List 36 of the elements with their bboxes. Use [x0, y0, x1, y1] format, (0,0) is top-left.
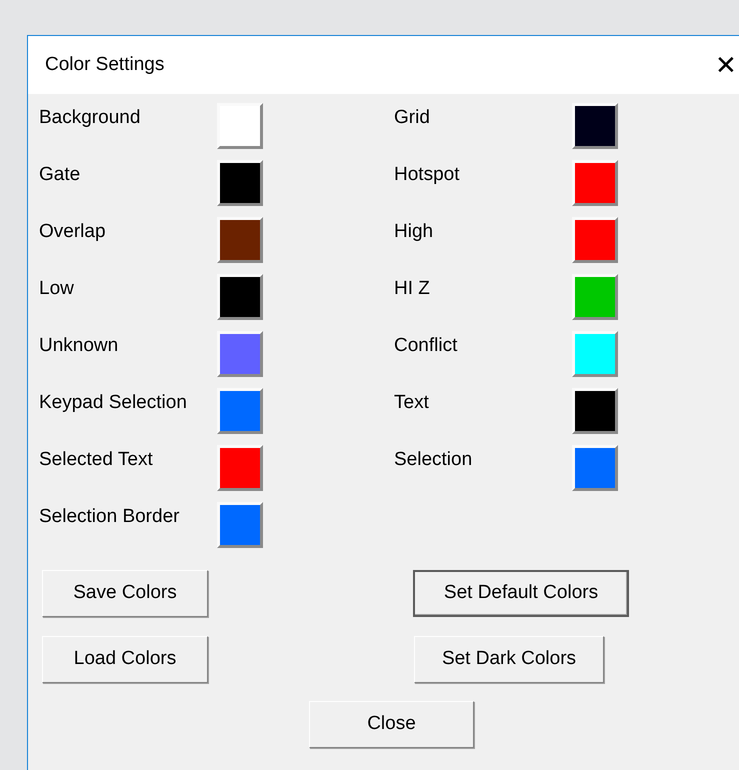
- color-swatch[interactable]: [217, 445, 263, 491]
- color-swatch[interactable]: [217, 502, 263, 548]
- color-label: Low: [39, 277, 75, 301]
- color-swatch[interactable]: [217, 217, 263, 263]
- color-label: High: [394, 220, 434, 244]
- color-swatch[interactable]: [572, 388, 618, 434]
- color-label: Selection Border: [39, 505, 180, 529]
- color-swatch[interactable]: [217, 274, 263, 320]
- color-swatch[interactable]: [572, 160, 618, 206]
- color-swatch[interactable]: [572, 103, 618, 149]
- color-swatch[interactable]: [217, 103, 263, 149]
- color-swatch[interactable]: [572, 331, 618, 377]
- dialog-button[interactable]: Load Colors: [42, 636, 208, 683]
- color-label: Conflict: [394, 334, 458, 358]
- dialog-button[interactable]: Save Colors: [42, 570, 208, 617]
- color-swatch[interactable]: [217, 388, 263, 434]
- color-label: Text: [394, 391, 430, 415]
- color-label: Overlap: [39, 220, 107, 244]
- color-label: Keypad Selection: [39, 391, 188, 415]
- color-label: Hotspot: [394, 163, 460, 187]
- color-label: Gate: [39, 163, 82, 187]
- color-label: Selected Text: [39, 448, 154, 472]
- dialog-button[interactable]: Set Dark Colors: [414, 636, 604, 683]
- color-label: Grid: [394, 106, 431, 130]
- color-label: HI Z: [394, 277, 431, 301]
- color-label: Background: [39, 106, 142, 130]
- color-swatch[interactable]: [572, 217, 618, 263]
- color-swatch[interactable]: [217, 160, 263, 206]
- window-title: Color Settings: [45, 52, 164, 77]
- color-swatch[interactable]: [572, 274, 618, 320]
- dialog-button[interactable]: Close: [309, 701, 474, 748]
- color-label: Selection: [394, 448, 474, 472]
- color-swatch[interactable]: [217, 331, 263, 377]
- color-label: Unknown: [39, 334, 120, 358]
- color-swatch[interactable]: [572, 445, 618, 491]
- dialog-button[interactable]: Set Default Colors: [413, 570, 629, 617]
